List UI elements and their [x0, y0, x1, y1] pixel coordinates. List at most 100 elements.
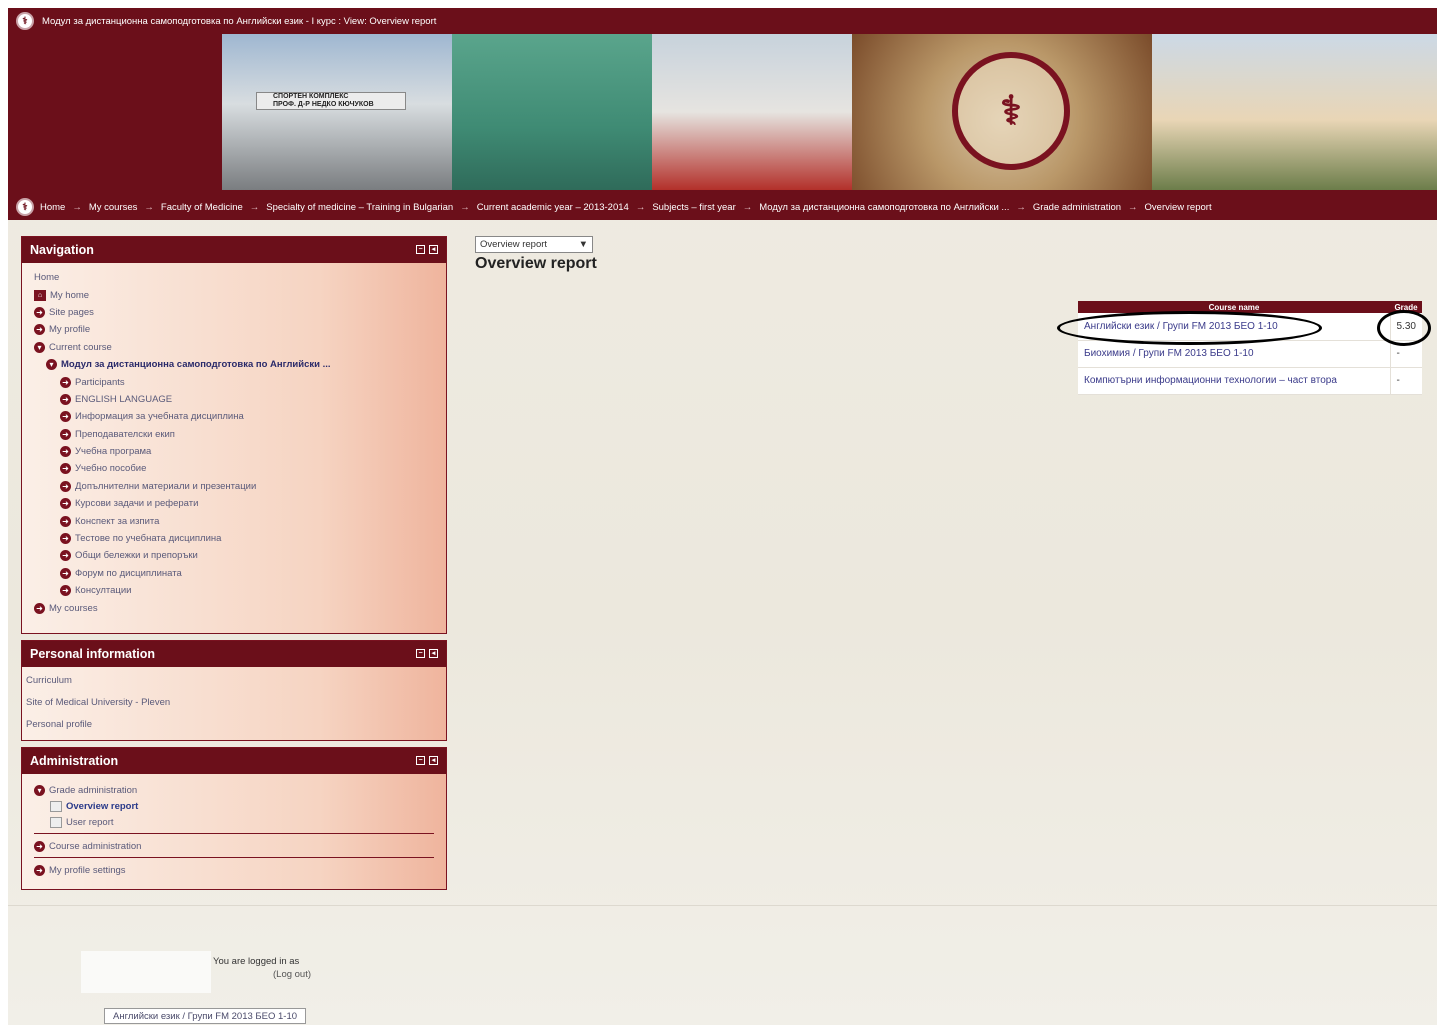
- expand-arrow-icon: ➜: [60, 498, 71, 510]
- expand-arrow-icon: ➜: [60, 567, 71, 579]
- nav-course-item[interactable]: ➜ Конспект за изпита: [34, 512, 446, 529]
- divider: [34, 833, 434, 834]
- link-university-site[interactable]: Site of Medical University - Pleven: [26, 691, 446, 713]
- expand-arrow-icon: ➜: [34, 602, 45, 614]
- link-personal-profile[interactable]: Personal profile: [26, 713, 446, 735]
- column-header-course[interactable]: Course name: [1078, 301, 1390, 313]
- nav-course-item[interactable]: ➜ Консултации: [34, 582, 446, 599]
- chevron-down-icon: ▼: [578, 239, 588, 250]
- breadcrumb-arrow-icon: →: [635, 201, 646, 213]
- nav-course-item[interactable]: ➜ Форум по дисциплината: [34, 565, 446, 582]
- breadcrumb-course[interactable]: Модул за дистанционна самоподготовка по …: [759, 202, 1009, 213]
- breadcrumb-home[interactable]: Home: [40, 202, 65, 213]
- table-row: Биохимия / Групи FM 2013 БЕО 1-10 -: [1078, 340, 1422, 368]
- footer-course-button[interactable]: Английски език / Групи FM 2013 БЕО 1-10: [104, 1008, 307, 1024]
- breadcrumb-grade-admin[interactable]: Grade administration: [1033, 202, 1121, 213]
- collapse-icon[interactable]: −: [416, 756, 425, 765]
- breadcrumb-arrow-icon: →: [72, 201, 82, 213]
- course-link[interactable]: Компютърни информационни технологии – ча…: [1078, 367, 1390, 395]
- nav-course-item[interactable]: ➜ Тестове по учебната дисциплина: [34, 530, 446, 547]
- collapse-arrow-icon: ▾: [34, 784, 45, 796]
- expand-arrow-icon: ➜: [34, 840, 45, 852]
- breadcrumb-arrow-icon: →: [1016, 201, 1026, 213]
- dock-icon[interactable]: ◂: [429, 245, 438, 254]
- nav-home[interactable]: Home: [34, 269, 446, 286]
- nav-course-item[interactable]: ➜ Participants: [34, 373, 446, 390]
- collapse-icon[interactable]: −: [416, 245, 425, 254]
- grade-value: -: [1389, 340, 1422, 368]
- nav-current-course[interactable]: ▾ Current course: [34, 339, 446, 356]
- report-type-select[interactable]: Overview report ▼: [475, 236, 593, 253]
- report-icon: [50, 800, 62, 812]
- admin-course-administration[interactable]: ➜ Course administration: [34, 838, 434, 854]
- breadcrumb-arrow-icon: →: [144, 201, 154, 213]
- nav-course-item[interactable]: ➜ Учебна програма: [34, 443, 446, 460]
- nav-course-item[interactable]: ➜ ENGLISH LANGUAGE: [34, 391, 446, 408]
- breadcrumb-specialty[interactable]: Specialty of medicine – Training in Bulg…: [266, 202, 453, 213]
- banner: СПОРТЕН КОМПЛЕКС ПРОФ. Д-Р НЕДКО КЮЧУКОВ…: [8, 34, 1437, 196]
- page-title: Overview report: [475, 255, 597, 272]
- breadcrumb-subjects[interactable]: Subjects – first year: [652, 202, 735, 213]
- grade-value: 5.30: [1389, 313, 1422, 341]
- footer-redacted-area: [81, 951, 211, 993]
- admin-my-profile-settings[interactable]: ➜ My profile settings: [34, 862, 434, 878]
- report-type-selected: Overview report: [480, 239, 548, 250]
- nav-course-item[interactable]: ➜ Учебно пособие: [34, 460, 446, 477]
- admin-overview-report[interactable]: Overview report: [34, 798, 434, 814]
- column-header-grade[interactable]: Grade: [1390, 301, 1422, 313]
- expand-arrow-icon: ➜: [60, 533, 71, 545]
- divider: [34, 857, 434, 858]
- navigation-block-title: Navigation: [30, 243, 94, 257]
- dock-icon[interactable]: ◂: [429, 756, 438, 765]
- table-header-row: Course name Grade: [1078, 301, 1422, 313]
- table-row: Английски език / Групи FM 2013 БЕО 1-10 …: [1078, 313, 1422, 341]
- nav-course-item[interactable]: ➜ Курсови задачи и реферати: [34, 495, 446, 512]
- grade-value: -: [1389, 367, 1422, 395]
- navigation-block: Navigation − ◂ Home ⌂ My home ➜ Site pag…: [21, 236, 447, 634]
- nav-my-profile[interactable]: ➜ My profile: [34, 321, 446, 338]
- report-icon: [50, 816, 62, 828]
- footer-divider: [8, 905, 1437, 906]
- expand-arrow-icon: ➜: [34, 864, 45, 876]
- window-title: Модул за дистанционна самоподготовка по …: [42, 15, 437, 27]
- breadcrumb-arrow-icon: →: [249, 201, 260, 213]
- logout-link[interactable]: (Log out): [273, 969, 311, 980]
- navigation-tree: Home ⌂ My home ➜ Site pages ➜ My profile…: [22, 263, 446, 617]
- university-seal-icon: ⚕: [952, 52, 1070, 170]
- nav-my-home[interactable]: ⌂ My home: [34, 286, 446, 303]
- breadcrumb-my-courses[interactable]: My courses: [89, 202, 138, 213]
- nav-course-item[interactable]: ➜ Допълнителни материали и презентации: [34, 478, 446, 495]
- link-curriculum[interactable]: Curriculum: [26, 669, 446, 691]
- breadcrumb-arrow-icon: →: [1128, 201, 1138, 213]
- admin-user-report[interactable]: User report: [34, 814, 434, 830]
- breadcrumb-arrow-icon: →: [460, 201, 470, 213]
- nav-course-item[interactable]: ➜ Общи бележки и препоръки: [34, 547, 446, 564]
- breadcrumb-academic-year[interactable]: Current academic year – 2013-2014: [477, 202, 629, 213]
- nav-course-item[interactable]: ➜ Информация за учебната дисциплина: [34, 408, 446, 425]
- nav-course-name[interactable]: ▾ Модул за дистанционна самоподготовка п…: [34, 356, 446, 373]
- nav-site-pages[interactable]: ➜ Site pages: [34, 304, 446, 321]
- university-logo-icon-small: ⚕: [16, 198, 34, 216]
- university-logo-icon: ⚕: [16, 12, 34, 30]
- breadcrumb: ⚕ Home → My courses → Faculty of Medicin…: [8, 194, 1437, 220]
- banner-photo-campus: [1152, 34, 1437, 190]
- breadcrumb-faculty[interactable]: Faculty of Medicine: [161, 202, 243, 213]
- nav-my-courses[interactable]: ➜ My courses: [34, 599, 446, 616]
- collapse-icon[interactable]: −: [416, 649, 425, 658]
- expand-arrow-icon: ➜: [60, 393, 71, 405]
- grades-table: Course name Grade Английски език / Групи…: [1078, 301, 1422, 395]
- expand-arrow-icon: ➜: [60, 376, 71, 388]
- nav-course-item[interactable]: ➜ Преподавателски екип: [34, 426, 446, 443]
- admin-grade-administration[interactable]: ▾ Grade administration: [34, 782, 434, 798]
- page: ⚕ Модул за дистанционна самоподготовка п…: [8, 8, 1437, 1025]
- banner-sign: СПОРТЕН КОМПЛЕКС ПРОФ. Д-Р НЕДКО КЮЧУКОВ: [256, 92, 406, 110]
- course-link[interactable]: Биохимия / Групи FM 2013 БЕО 1-10: [1078, 340, 1390, 368]
- personal-information-title: Personal information: [30, 647, 156, 661]
- collapse-arrow-icon: ▾: [46, 359, 57, 371]
- course-link[interactable]: Английски език / Групи FM 2013 БЕО 1-10: [1078, 313, 1390, 341]
- expand-arrow-icon: ➜: [60, 480, 71, 492]
- dock-icon[interactable]: ◂: [429, 649, 438, 658]
- expand-arrow-icon: ➜: [34, 306, 45, 318]
- breadcrumb-current: Overview report: [1144, 201, 1212, 213]
- breadcrumb-arrow-icon: →: [742, 201, 753, 213]
